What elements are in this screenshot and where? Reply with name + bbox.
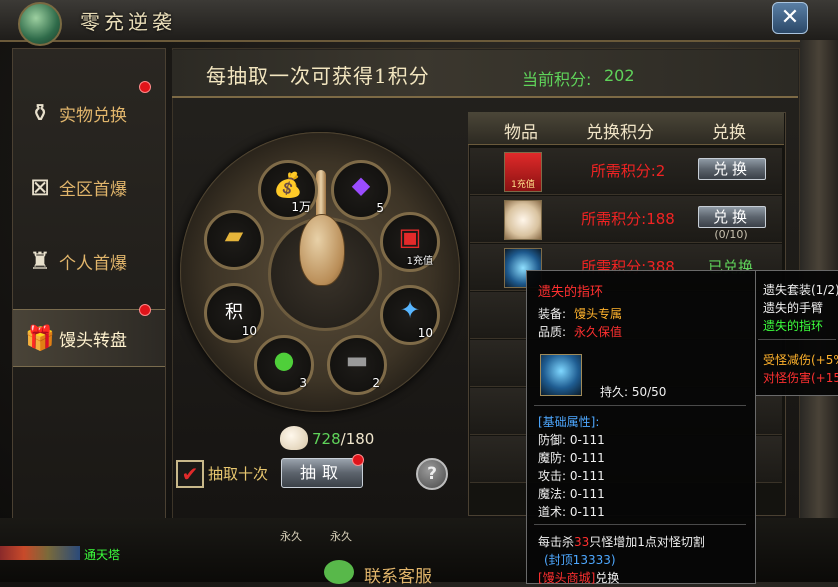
red-envelope-icon: ▣ (398, 223, 422, 251)
shop-link[interactable]: [馒头商城] (538, 571, 595, 585)
slot-count: 2 (372, 376, 380, 390)
slot-count: 10 (417, 326, 433, 340)
blue-rune-icon: ✦ (399, 296, 421, 324)
stat-line: 道术: 0-111 (538, 505, 605, 519)
sidebar-item-physical-exchange[interactable]: ⚱ 实物兑换 (13, 81, 165, 141)
equip-value: 馒头专属 (574, 307, 623, 321)
status-icons-strip (0, 546, 80, 560)
sidebar-item-bun-wheel[interactable]: 🎁 馒头转盘 (13, 304, 165, 367)
green-orb-icon: ● (273, 346, 295, 374)
forever-tag: 永久 (280, 530, 302, 543)
durability: 持久: 50/50 (600, 385, 667, 399)
slot-count: 10 (241, 324, 257, 338)
wheel-slot-red-envelope[interactable]: ▣ 1充值 (380, 212, 440, 272)
tooltip-title: 遗失的指环 (538, 285, 604, 300)
sidebar-item-label: 全区首爆 (59, 180, 127, 200)
purple-gem-icon: ◆ (351, 171, 371, 199)
ring-icon (540, 354, 582, 396)
spoon-bowl (299, 214, 345, 286)
gift-icon: 🎁 (25, 324, 55, 352)
required-points: 所需积分:2 (590, 162, 666, 180)
game-window: 零充逆袭 ✕ ⚱ 实物兑换 ⊠ 全区首爆 ♜ 个人首爆 🎁 馒头转盘 每抽取一次… (0, 0, 838, 587)
window-title: 零充逆袭 (80, 10, 176, 34)
notification-dot (352, 454, 364, 466)
tower-link[interactable]: 通天塔 (84, 546, 120, 563)
gourd-icon: ⚱ (29, 99, 51, 127)
banner-text: 每抽取一次可获得1积分 (206, 64, 430, 88)
exchange-button[interactable]: 兑换 (698, 158, 766, 180)
notification-dot (139, 81, 151, 93)
set-item: 遗失的手臂 (763, 301, 824, 315)
stat-line: 魔防: 0-111 (538, 451, 605, 465)
draw-button[interactable]: 抽取 (281, 458, 363, 488)
item-icon-label: 1充值 (511, 180, 535, 190)
score-label: 当前积分: (522, 70, 592, 89)
slot-count: 3 (299, 376, 307, 390)
wheel-slot-green-orb[interactable]: ● 3 (254, 335, 314, 395)
draw-ten-label: 抽取十次 (208, 465, 269, 483)
base-attr-header: [基础属性]: (538, 415, 600, 429)
forever-tag: 永久 (330, 530, 352, 543)
set-bonus: 受怪减伤(+5% (763, 353, 838, 367)
equip-label: 装备: (538, 307, 567, 321)
column-header-exchange: 兑换 (712, 123, 746, 143)
divider (758, 339, 836, 340)
slot-count: 5 (376, 201, 384, 215)
bun-counter: 728/180 (312, 430, 374, 448)
wheel-slot-gold-bar[interactable]: ▰ (204, 210, 264, 270)
red-envelope-icon: 1充值 (504, 152, 542, 192)
divider (534, 405, 746, 406)
required-points: 所需积分:188 (581, 210, 675, 228)
gold-pile-icon: 💰 (273, 171, 303, 199)
draw-ten-checkbox[interactable]: ✔ (176, 460, 204, 488)
sidebar-item-label: 实物兑换 (59, 106, 127, 126)
set-title: 遗失套装(1/2) (763, 283, 838, 297)
iron-ingot-icon: ▬ (345, 346, 369, 374)
bun-need: /180 (340, 430, 375, 448)
points-token-icon: 积 (225, 302, 243, 323)
jade-orb-icon (18, 2, 62, 46)
stat-line: 魔法: 0-111 (538, 487, 605, 501)
quality-value: 永久保值 (574, 325, 623, 339)
notification-dot (139, 304, 151, 316)
bun-icon (504, 200, 542, 240)
slot-count: 1万 (291, 200, 311, 214)
contact-support-button[interactable]: 联系客服 (364, 562, 432, 587)
kill-bonus-text: 每击杀33只怪增加1点对怪切割 (538, 535, 705, 549)
source-text: [馒头商城]兑换 (538, 571, 620, 585)
exchange-button[interactable]: 兑换 (698, 206, 766, 228)
exchange-limit: (0/10) (714, 228, 748, 241)
sidebar-item-label: 个人首爆 (59, 254, 127, 274)
bun-have: 728 (312, 430, 341, 448)
wheel-slot-points-token[interactable]: 积 10 (204, 283, 264, 343)
figure-icon: ♜ (29, 247, 51, 275)
score-value: 202 (604, 66, 635, 85)
divider (534, 524, 746, 525)
quality-label: 品质: (538, 325, 567, 339)
bun-icon (280, 426, 308, 450)
sidebar: ⚱ 实物兑换 ⊠ 全区首爆 ♜ 个人首爆 🎁 馒头转盘 (12, 48, 166, 520)
chat-icon (324, 560, 354, 584)
column-header-item: 物品 (504, 123, 538, 143)
wheel-slot-blue-rune[interactable]: ✦ 10 (380, 285, 440, 345)
slot-count: 1充值 (406, 256, 433, 267)
wheel-slot-gold-pile[interactable]: 💰 1万 (258, 160, 318, 220)
sidebar-item-server-first-drop[interactable]: ⊠ 全区首爆 (13, 159, 165, 215)
gold-bar-icon: ▰ (224, 221, 244, 249)
column-header-points: 兑换积分 (586, 123, 654, 143)
stat-line: 防御: 0-111 (538, 433, 605, 447)
sidebar-item-personal-first-drop[interactable]: ♜ 个人首爆 (13, 233, 165, 289)
wheel-slot-purple-gem[interactable]: ◆ 5 (331, 160, 391, 220)
scroll-icon: ⊠ (29, 173, 51, 201)
help-button[interactable]: ? (416, 458, 448, 490)
set-bonus: 对怪伤害(+15% (763, 371, 838, 385)
set-item: 遗失的指环 (763, 319, 824, 333)
wheel-slot-iron-ingot[interactable]: ▬ 2 (327, 335, 387, 395)
close-button[interactable]: ✕ (772, 2, 808, 34)
stat-line: 攻击: 0-111 (538, 469, 605, 483)
table-row: 1充值 所需积分:2 兑换 (470, 148, 782, 195)
kill-bonus-cap: (封顶13333) (544, 553, 616, 567)
sidebar-item-label: 馒头转盘 (59, 331, 127, 351)
table-row: 所需积分:188 兑换 (0/10) (470, 196, 782, 243)
